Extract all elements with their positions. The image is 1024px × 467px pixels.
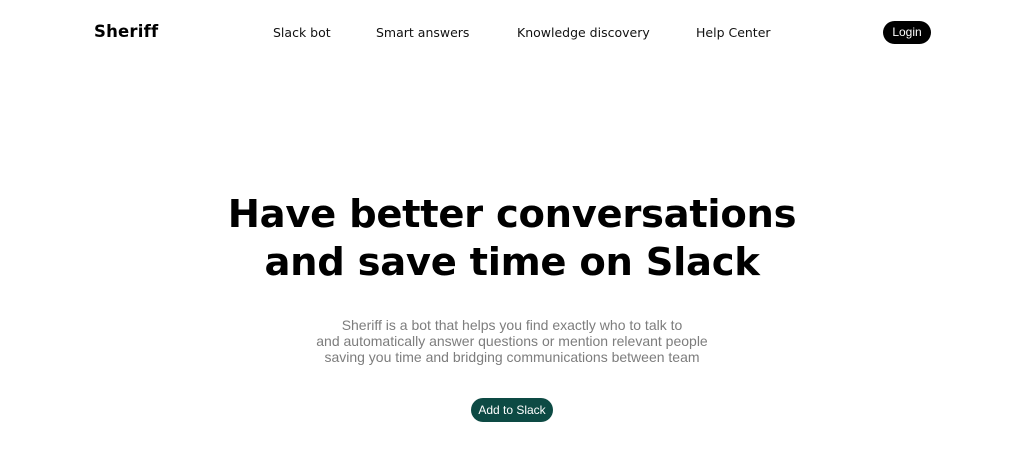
hero-description-line-1: Sheriff is a bot that helps you find exa… [341,317,683,333]
nav-help-center[interactable]: Help Center [696,24,771,42]
nav-smart-answers[interactable]: Smart answers [376,24,469,42]
login-button[interactable]: Login [883,21,931,44]
nav-slack-bot[interactable]: Slack bot [273,24,331,42]
hero-description-line-2: and automatically answer questions or me… [316,333,708,349]
hero-title-line-2: and save time on Slack [264,240,760,285]
nav-knowledge-discovery[interactable]: Knowledge discovery [517,24,650,42]
hero-description-line-3: saving you time and bridging communicati… [324,349,700,365]
site-header: Sheriff Slack bot Smart answers Knowledg… [0,0,1024,66]
add-to-slack-button[interactable]: Add to Slack [471,398,553,422]
logo[interactable]: Sheriff [94,21,158,43]
hero-title: Have better conversations and save time … [0,191,1024,287]
hero-description: Sheriff is a bot that helps you find exa… [0,317,1024,365]
hero-title-line-1: Have better conversations [227,192,797,237]
